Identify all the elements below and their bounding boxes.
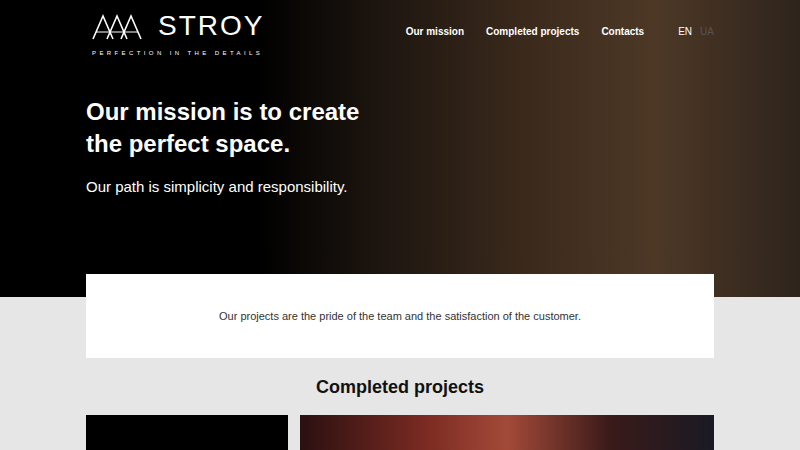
project-card[interactable] (86, 415, 288, 450)
intro-card: Our projects are the pride of the team a… (86, 274, 714, 358)
main-nav: Our mission Completed projects Contacts (406, 24, 645, 39)
projects-grid (0, 415, 800, 450)
nav-link[interactable]: Completed projects (486, 24, 579, 39)
intro-text: Our projects are the pride of the team a… (219, 308, 581, 325)
logo[interactable]: STROY PERFECTION IN THE DETAILS (86, 12, 264, 58)
logo-name: STROY (158, 12, 264, 40)
hero: STROY PERFECTION IN THE DETAILS Our missio… (0, 0, 800, 297)
language-option[interactable]: UA (700, 24, 714, 39)
page: STROY PERFECTION IN THE DETAILS Our missio… (0, 0, 800, 450)
projects-heading: Completed projects (0, 374, 800, 401)
language-switch: EN UA (678, 24, 714, 39)
logo-tagline: PERFECTION IN THE DETAILS (92, 49, 264, 58)
nav-link[interactable]: Contacts (601, 24, 644, 39)
project-card[interactable] (300, 415, 714, 450)
hero-title: Our mission is to createthe perfect spac… (86, 96, 714, 160)
header: STROY PERFECTION IN THE DETAILS Our missio… (86, 0, 714, 58)
hero-subtitle: Our path is simplicity and responsibilit… (86, 176, 714, 199)
nav-link[interactable]: Our mission (406, 24, 464, 39)
logo-mark-icon (92, 14, 150, 40)
nav-bar: Our mission Completed projects Contacts EN U… (406, 24, 714, 39)
language-option[interactable]: EN (678, 24, 692, 39)
